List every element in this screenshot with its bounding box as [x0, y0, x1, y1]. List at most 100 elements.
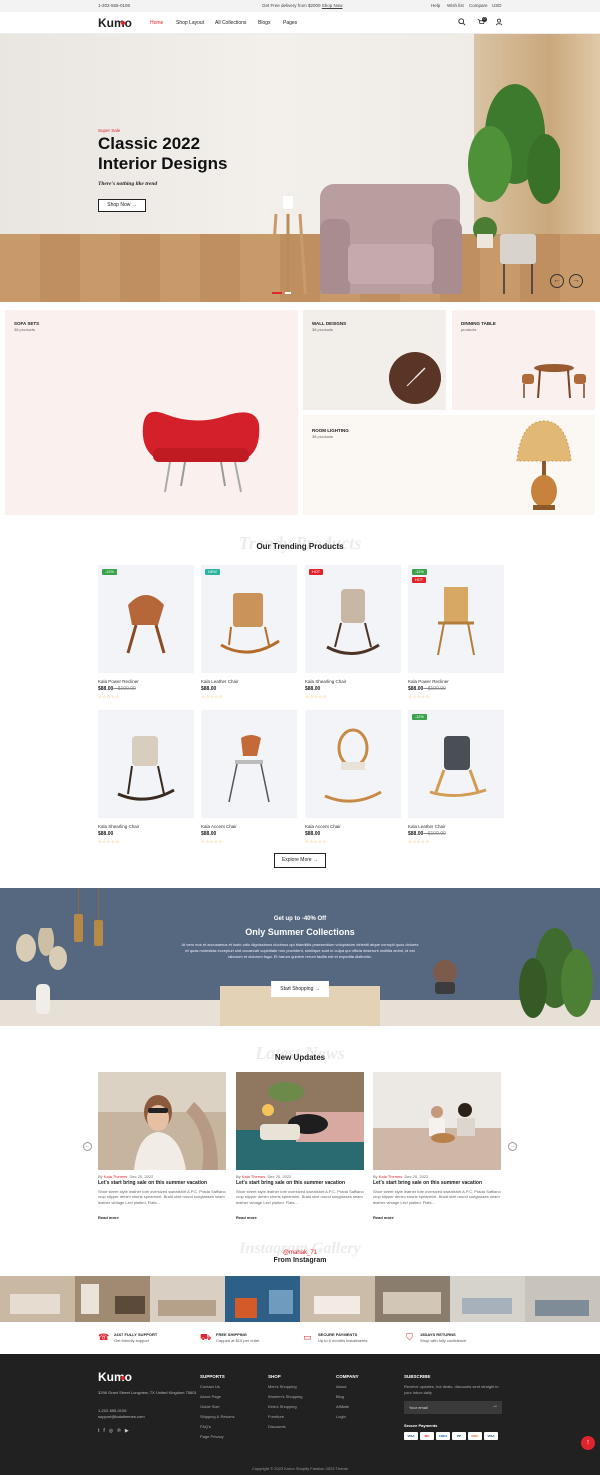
- footer-link[interactable]: About: [336, 1384, 359, 1394]
- footer-link[interactable]: Affiliate: [336, 1404, 359, 1414]
- blog-image[interactable]: [98, 1072, 226, 1170]
- footer-link[interactable]: FAQ's: [200, 1424, 234, 1434]
- product-image[interactable]: [408, 710, 504, 818]
- trending-title: Our Trending Products: [256, 542, 344, 551]
- footer-link[interactable]: Women's Shopping: [268, 1394, 303, 1404]
- instagram-tile[interactable]: [375, 1276, 450, 1322]
- instagram-tile[interactable]: [150, 1276, 225, 1322]
- footer-logo[interactable]: Kumo: [98, 1370, 132, 1384]
- product-name[interactable]: Kala Power Recliner: [408, 679, 449, 684]
- instagram-tile[interactable]: [300, 1276, 375, 1322]
- youtube-icon[interactable]: ▶: [125, 1428, 133, 1434]
- footer-link[interactable]: Kids's Shopping: [268, 1404, 303, 1414]
- dining-table-illustration: [522, 364, 586, 399]
- promo-title: Only Summer Collections: [245, 927, 355, 937]
- instagram-tile[interactable]: [75, 1276, 150, 1322]
- product-image[interactable]: [201, 710, 297, 818]
- product-name[interactable]: Kala Leather Chair: [408, 824, 446, 829]
- hero-subtitle: There's nothing like trend: [98, 181, 158, 187]
- instagram-tile[interactable]: [450, 1276, 525, 1322]
- product-image[interactable]: [305, 565, 401, 673]
- product-name[interactable]: Kala Shearling Chair: [98, 824, 139, 829]
- account-icon[interactable]: [495, 18, 503, 26]
- footer-company-column: COMPANY About Blog Affiliate Login: [336, 1374, 359, 1424]
- product-name[interactable]: Kala Power Recliner: [98, 679, 139, 684]
- footer-email[interactable]: support@kalathemes.com: [98, 1414, 145, 1419]
- collection-card-sofa[interactable]: SOFA SETS 38 products: [5, 310, 298, 515]
- footer-link[interactable]: Page Privacy: [200, 1434, 234, 1444]
- mastercard-icon: MC: [420, 1432, 434, 1440]
- currency-selector[interactable]: USD: [492, 3, 502, 8]
- nav-shop-layout[interactable]: Shop Layout: [176, 20, 204, 26]
- blog-image[interactable]: [236, 1072, 364, 1170]
- promo-start-shopping-button[interactable]: Start Shopping →: [271, 981, 329, 997]
- topbar-compare-link[interactable]: Compare: [469, 3, 488, 8]
- footer-link[interactable]: Login: [336, 1414, 359, 1424]
- footer-link[interactable]: Men's Shopping: [268, 1384, 303, 1394]
- instagram-tile[interactable]: [0, 1276, 75, 1322]
- hero-dot[interactable]: [285, 292, 291, 294]
- product-badge: NEW: [205, 569, 220, 575]
- footer-address: 3298 Grant Street Longview, TX United Ki…: [98, 1390, 197, 1395]
- instagram-handle[interactable]: @mahak_71: [0, 1250, 600, 1256]
- hero-next-arrow-icon[interactable]: →: [569, 274, 583, 288]
- product-badge: -12%: [412, 569, 427, 575]
- blog-image[interactable]: [373, 1072, 501, 1170]
- product-image[interactable]: [98, 710, 194, 818]
- submit-arrow-icon[interactable]: →: [492, 1403, 498, 1409]
- footer-link[interactable]: Shipping & Returns: [200, 1414, 234, 1424]
- collection-card-table[interactable]: DINNING TABLE products: [452, 310, 595, 410]
- hero-prev-arrow-icon[interactable]: ←: [550, 274, 564, 288]
- footer-link[interactable]: About Page: [200, 1394, 234, 1404]
- read-more-link[interactable]: Read more: [373, 1215, 394, 1220]
- blog-title[interactable]: Let's start bring sale on this summer va…: [98, 1180, 207, 1186]
- nav-home[interactable]: Home: [150, 20, 163, 26]
- newsletter-email-field[interactable]: Your email →: [404, 1401, 502, 1414]
- pinterest-icon[interactable]: ℗: [117, 1428, 125, 1434]
- explore-more-button[interactable]: Explore More →: [274, 853, 326, 868]
- cart-count-badge: 0: [482, 17, 487, 22]
- back-to-top-icon[interactable]: ↑: [581, 1436, 595, 1450]
- topbar-phone: 1-202-555-0106: [98, 3, 131, 8]
- product-image[interactable]: [98, 565, 194, 673]
- blog-title[interactable]: Let's start bring sale on this summer va…: [236, 1180, 345, 1186]
- footer-link[interactable]: Guide Size: [200, 1404, 234, 1414]
- news-prev-arrow-icon[interactable]: ←: [83, 1142, 92, 1151]
- instagram-tile[interactable]: [525, 1276, 600, 1322]
- footer-link[interactable]: Blog: [336, 1394, 359, 1404]
- credit-card-icon: ▭: [303, 1332, 312, 1342]
- product-price: $88.00: [305, 831, 321, 837]
- topbar-shop-now-link[interactable]: Shop Now: [322, 3, 343, 8]
- footer-link[interactable]: Furniture: [268, 1414, 303, 1424]
- nav-blogs[interactable]: Blogs: [258, 20, 271, 26]
- product-name[interactable]: Kala Accent Chair: [201, 824, 237, 829]
- collection-card-lighting[interactable]: ROOM LIGHTING 38 products: [303, 415, 595, 515]
- collection-card-wall[interactable]: WALL DESIGNS 38 products: [303, 310, 446, 410]
- instagram-tile[interactable]: [225, 1276, 300, 1322]
- product-price: $88.00 - $100.00: [408, 686, 446, 692]
- search-icon[interactable]: [458, 18, 466, 26]
- news-title: New Updates: [274, 1053, 326, 1062]
- product-name[interactable]: Kala Leather Chair: [201, 679, 239, 684]
- news-next-arrow-icon[interactable]: →: [508, 1142, 517, 1151]
- rating-stars-icon: ☆☆☆☆☆: [305, 694, 327, 699]
- nav-all-collections[interactable]: All Collections: [215, 20, 246, 26]
- topbar-help-link[interactable]: Help: [431, 3, 440, 8]
- product-name[interactable]: Kala Accent Chair: [305, 824, 341, 829]
- topbar-wishlist-link[interactable]: Wish list: [447, 3, 464, 8]
- footer-link[interactable]: Contact Us: [200, 1384, 234, 1394]
- nav-pages[interactable]: Pages: [283, 20, 297, 26]
- product-name[interactable]: Kala Shearling Chair: [305, 679, 346, 684]
- product-image[interactable]: [305, 710, 401, 818]
- instagram-icon[interactable]: ◎: [109, 1428, 117, 1434]
- discover-icon: DISC: [468, 1432, 482, 1440]
- blog-title[interactable]: Let's start bring sale on this summer va…: [373, 1180, 482, 1186]
- hero-dot-active[interactable]: [272, 292, 282, 294]
- hero-shop-now-button[interactable]: Shop Now →: [98, 199, 146, 212]
- site-logo[interactable]: Kumo: [98, 16, 132, 30]
- read-more-link[interactable]: Read more: [236, 1215, 257, 1220]
- read-more-link[interactable]: Read more: [98, 1215, 119, 1220]
- product-image[interactable]: [201, 565, 297, 673]
- footer-social-icons: tf◎℗▶: [98, 1428, 133, 1434]
- footer-link[interactable]: Discounts: [268, 1424, 303, 1434]
